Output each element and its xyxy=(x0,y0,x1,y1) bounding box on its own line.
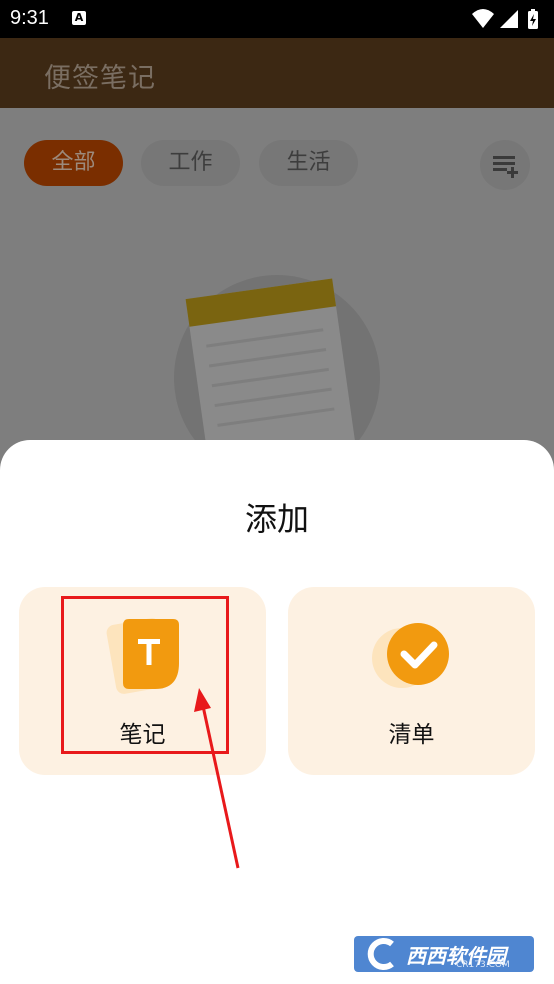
add-checklist-button[interactable]: 清单 xyxy=(288,587,535,775)
sheet-title: 添加 xyxy=(244,500,309,538)
checklist-icon xyxy=(372,623,449,688)
status-bar: 9:31 A xyxy=(0,0,554,38)
status-icons xyxy=(472,9,538,29)
signal-icon xyxy=(500,10,518,28)
watermark-sub: CR173.COM xyxy=(456,960,510,970)
status-time: 9:31 xyxy=(10,7,49,29)
empty-notes-illustration xyxy=(174,275,380,448)
notification-icon: A xyxy=(72,11,86,25)
app-bar: 便签笔记 xyxy=(0,38,554,108)
highlight-box xyxy=(61,596,229,754)
app-title: 便签笔记 xyxy=(44,63,156,94)
watermark-logo: 西西软件园 CR173.COM xyxy=(354,936,534,972)
wifi-icon xyxy=(472,9,494,28)
checklist-option-label: 清单 xyxy=(388,722,435,748)
watermark-c-logo xyxy=(367,938,394,970)
